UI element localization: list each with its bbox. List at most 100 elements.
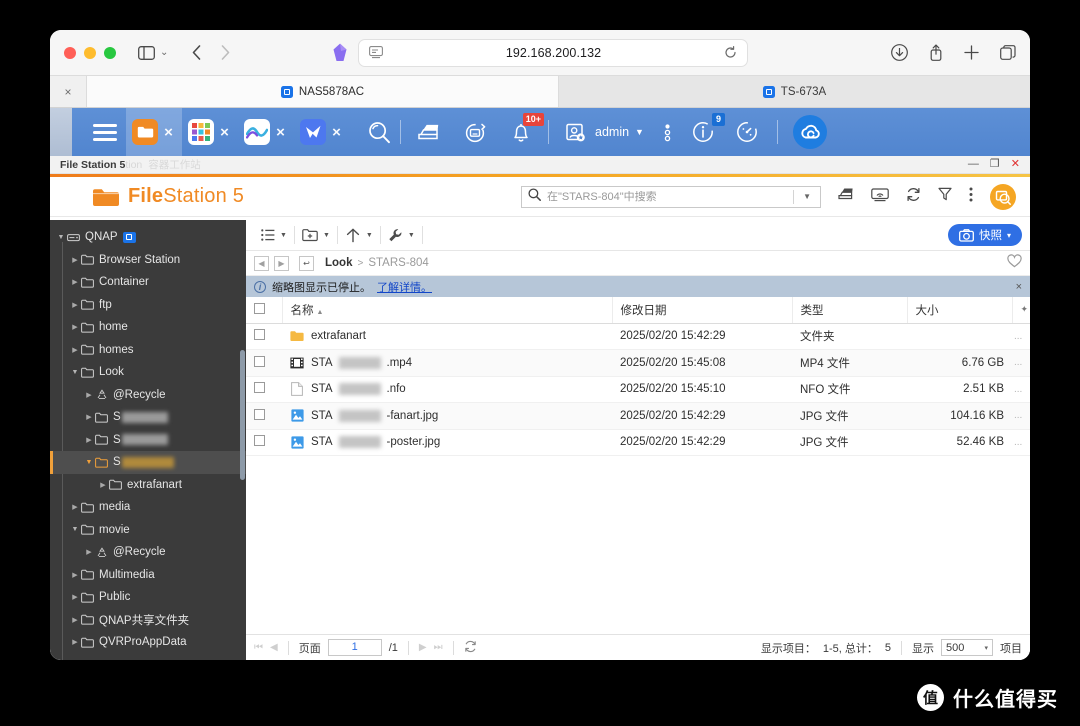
table-row[interactable]: STA .nfo 2025/02/20 15:45:10 NFO 文件 2.51 KB.…: [246, 376, 1030, 403]
tree-item-redacted-9[interactable]: ▶ S: [50, 429, 246, 452]
create-folder-button[interactable]: ▼: [295, 224, 337, 246]
tree-item-qnap-[interactable]: ▶ QNAP共享文件夹: [50, 609, 246, 632]
user-menu[interactable]: admin ▼: [564, 121, 644, 144]
storage-icon[interactable]: [837, 186, 854, 207]
column-header-type[interactable]: 类型: [792, 297, 908, 324]
notice-link[interactable]: 了解详情。: [377, 279, 432, 295]
row-checkbox[interactable]: [254, 435, 265, 447]
back-icon[interactable]: [192, 45, 201, 60]
chevron-down-icon[interactable]: ▼: [280, 232, 287, 239]
file-name-cell[interactable]: STA -poster.jpg: [282, 429, 612, 456]
row-select-cell[interactable]: [246, 323, 282, 350]
chevron-down-icon[interactable]: ▼: [366, 232, 373, 239]
refresh-icon[interactable]: [906, 187, 921, 207]
row-select-cell[interactable]: [246, 402, 282, 430]
app-window-controls[interactable]: — ❐ ✕: [968, 159, 1030, 170]
table-row[interactable]: STA .mp4 2025/02/20 15:45:08 MP4 文件 6.76 GB.…: [246, 349, 1030, 377]
tree-collapse-arrow-icon[interactable]: ▼: [56, 234, 66, 241]
app-minimize-button[interactable]: —: [968, 159, 979, 170]
qts-apptab-app-center[interactable]: ×: [182, 108, 238, 156]
sidebar-toggle-icon[interactable]: [138, 45, 155, 60]
mycloudnas-button[interactable]: [792, 115, 827, 149]
tree-expand-arrow-icon[interactable]: ▶: [70, 503, 80, 511]
window-traffic-lights[interactable]: [64, 46, 116, 59]
row-checkbox[interactable]: [254, 355, 265, 367]
browser-tabbar[interactable]: × NAS5878AC TS-673A: [50, 76, 1030, 108]
forward-icon[interactable]: [221, 45, 230, 60]
tree-item-movie[interactable]: ▼ movie: [50, 519, 246, 542]
file-name-cell[interactable]: STA .mp4: [282, 349, 612, 377]
column-header-size[interactable]: 大小: [907, 297, 1013, 324]
browser-tab-0[interactable]: NAS5878AC: [86, 76, 558, 107]
tree-expand-arrow-icon[interactable]: ▶: [70, 278, 80, 286]
tree-item-extrafanart[interactable]: ▶ extrafanart: [50, 474, 246, 497]
storage-snapshot-icon[interactable]: [416, 121, 441, 144]
tools-button[interactable]: ▼: [381, 224, 422, 246]
tree-collapse-arrow-icon[interactable]: ▼: [70, 526, 80, 533]
tab-overview-icon[interactable]: [1000, 45, 1016, 60]
main-menu-icon[interactable]: [84, 123, 126, 141]
refresh-page-icon[interactable]: [464, 640, 477, 656]
favorite-icon[interactable]: [1007, 253, 1022, 273]
qts-apptab-file-station[interactable]: ×: [126, 108, 182, 156]
tree-expand-arrow-icon[interactable]: ▶: [84, 413, 94, 421]
remote-connection-icon[interactable]: [871, 187, 889, 207]
extension-icon[interactable]: [332, 43, 350, 63]
search-box[interactable]: ▼: [521, 185, 821, 208]
tree-item-public[interactable]: ▶ Public: [50, 586, 246, 609]
tree-item-ftp[interactable]: ▶ ftp: [50, 294, 246, 317]
breadcrumb[interactable]: ◀ ▶ ↩ Look > STARS-804: [246, 251, 1030, 276]
row-select-cell[interactable]: [246, 429, 282, 456]
chevron-down-icon[interactable]: ⌄: [160, 47, 168, 58]
folder-tree[interactable]: ▼ QNAP ▶ Browser Station ▶ Container ▶ ftp ▶ home…: [50, 220, 246, 660]
tree-expand-arrow-icon[interactable]: ▶: [70, 301, 80, 309]
qts-apptab-qumagie[interactable]: ×: [294, 108, 350, 156]
upload-button[interactable]: ▼: [338, 224, 380, 246]
tree-expand-arrow-icon[interactable]: ▶: [70, 346, 80, 354]
app-close-button[interactable]: ✕: [1011, 159, 1020, 170]
address-text[interactable]: 192.168.200.132: [383, 46, 724, 60]
maximize-window-button[interactable]: [104, 46, 116, 59]
tree-item--recycle[interactable]: ▶ @Recycle: [50, 384, 246, 407]
minimize-window-button[interactable]: [84, 46, 96, 59]
tree-expand-arrow-icon[interactable]: ▶: [84, 391, 94, 399]
select-all-header[interactable]: [246, 297, 283, 324]
last-page-icon[interactable]: ⏭: [434, 642, 443, 653]
tree-expand-arrow-icon[interactable]: ▶: [84, 548, 94, 556]
browser-right-actions[interactable]: [891, 44, 1016, 61]
row-checkbox[interactable]: [254, 408, 265, 420]
file-name-cell[interactable]: STA -fanart.jpg: [282, 402, 612, 430]
row-select-cell[interactable]: [246, 376, 282, 403]
tree-item-look[interactable]: ▼ Look: [50, 361, 246, 384]
close-icon[interactable]: ×: [161, 124, 176, 141]
qts-apptab-multimedia-console[interactable]: ×: [238, 108, 294, 156]
chevron-down-icon[interactable]: ▼: [408, 232, 415, 239]
column-header-modified[interactable]: 修改日期: [612, 297, 793, 324]
notice-close-button[interactable]: ×: [1016, 281, 1022, 293]
next-page-icon[interactable]: ▶: [419, 642, 427, 653]
resource-monitor-icon[interactable]: [735, 120, 759, 144]
row-checkbox[interactable]: [254, 329, 265, 341]
tree-item-container[interactable]: ▶ Container: [50, 271, 246, 294]
close-window-button[interactable]: [64, 46, 76, 59]
table-row[interactable]: STA -fanart.jpg 2025/02/20 15:42:29 JPG 文件 1…: [246, 402, 1030, 430]
close-icon[interactable]: ×: [217, 124, 232, 141]
new-tab-icon[interactable]: [964, 45, 979, 60]
chevron-down-icon[interactable]: ▼: [800, 192, 814, 201]
tree-item-media[interactable]: ▶ media: [50, 496, 246, 519]
tree-item-multimedia[interactable]: ▶ Multimedia: [50, 564, 246, 587]
tree-expand-arrow-icon[interactable]: ▶: [70, 593, 80, 601]
view-mode-button[interactable]: ▼: [254, 224, 294, 246]
tree-expand-arrow-icon[interactable]: ▶: [70, 571, 80, 579]
breadcrumb-current[interactable]: STARS-804: [368, 257, 429, 269]
notification-bell-icon[interactable]: 10+: [510, 112, 544, 144]
qsirch-button[interactable]: [990, 183, 1016, 210]
chevron-down-icon[interactable]: ▾: [1007, 231, 1011, 240]
downloads-icon[interactable]: [891, 44, 908, 61]
file-name-cell[interactable]: STA .nfo: [282, 376, 612, 403]
tree-expand-arrow-icon[interactable]: ▶: [98, 481, 108, 489]
table-row[interactable]: STA -poster.jpg 2025/02/20 15:42:29 JPG 文件 5…: [246, 429, 1030, 456]
navigation-buttons[interactable]: [192, 45, 230, 60]
tree-scrollbar[interactable]: [239, 350, 246, 480]
reload-icon[interactable]: [724, 46, 737, 59]
